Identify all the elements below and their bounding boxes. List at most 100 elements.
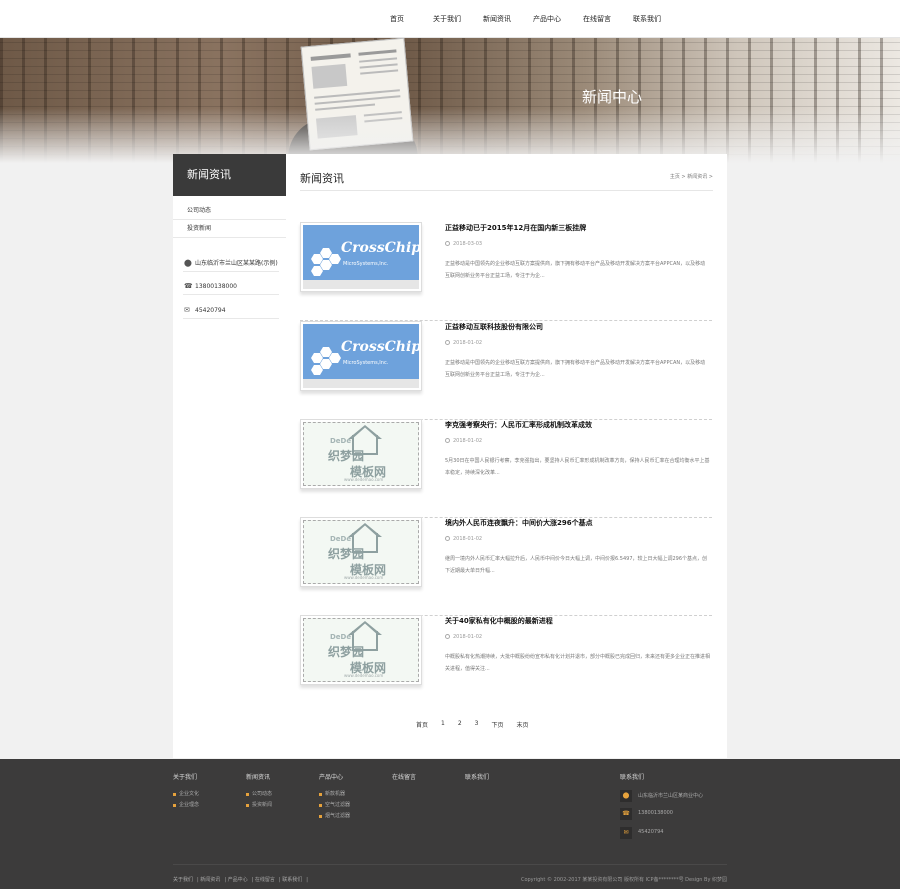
- footer-heading[interactable]: 新闻资讯: [246, 772, 272, 781]
- footer-heading[interactable]: 联系我们: [465, 772, 489, 781]
- clock-icon: [445, 241, 450, 246]
- news-summary: 5月30日在中国人民银行考察，李克强指出，要坚持人民币汇率形成机制改革方向，保持…: [445, 458, 710, 476]
- footer-heading[interactable]: 关于我们: [173, 772, 199, 781]
- news-thumbnail[interactable]: CrossChip MicroSystems,Inc.: [300, 321, 422, 391]
- footer-phone-text: 13800138000: [638, 810, 673, 816]
- footer-link[interactable]: 投资新闻: [246, 800, 272, 811]
- sidebar-email-text: 45420794: [195, 307, 226, 314]
- thumb-logo-subtext: MicroSystems,Inc.: [343, 360, 389, 366]
- page-last[interactable]: 末页: [517, 720, 529, 729]
- main-menu: 首页 关于我们 新闻资讯 产品中心 在线留言 联系我们: [372, 0, 672, 38]
- footer-link[interactable]: 烟气过滤器: [319, 811, 350, 822]
- footer-email: ✉ 45420794: [620, 825, 730, 843]
- news-list-panel: 新闻资讯 主页 > 新闻资讯 > CrossChip MicroSystems,…: [286, 154, 727, 758]
- pagination: 首页 1 2 3 下页 末页: [416, 720, 542, 729]
- page-2[interactable]: 2: [458, 720, 462, 729]
- footer-link[interactable]: 企业理念: [173, 800, 199, 811]
- footer-address-text: 山东临沂市兰山区某商业中心: [638, 793, 704, 799]
- news-item: DeDe 织梦园 模板网 www.dedemao.com 关于40家私有化中概股…: [300, 615, 712, 714]
- title-divider: [300, 190, 713, 191]
- thumb-watermark-mid: 织梦园: [328, 645, 365, 659]
- sidebar: 新闻资讯 公司动态 投资新闻 ⬤ 山东临沂市兰山区某某路(示例) ☎ 13800…: [173, 154, 286, 758]
- clock-icon: [445, 536, 450, 541]
- news-summary: 正益移动是中国领先的企业移动互联方案提供商，旗下拥有移动平台产品及移动开发解决方…: [445, 261, 706, 279]
- footer-bottom-link[interactable]: 在线留言: [255, 877, 275, 883]
- location-pin-icon: ⬤: [184, 259, 192, 267]
- thumb-watermark-mid: 织梦园: [328, 449, 365, 463]
- footer-bottom-link[interactable]: 产品中心: [228, 877, 248, 883]
- news-title[interactable]: 正益移动已于2015年12月在国内新三板挂牌: [445, 223, 586, 233]
- news-date: 2018-03-03: [445, 241, 482, 247]
- sidebar-email: ✉ 45420794: [183, 303, 279, 319]
- thumb-logo-text: CrossChip: [341, 339, 419, 355]
- footer-link[interactable]: 空气过滤器: [319, 800, 350, 811]
- nav-home[interactable]: 首页: [372, 0, 422, 38]
- nav-message[interactable]: 在线留言: [572, 0, 622, 38]
- footer-contact: 联系我们 ⬤ 山东临沂市兰山区某商业中心 ☎ 13800138000 ✉ 454…: [620, 772, 703, 839]
- page-3[interactable]: 3: [475, 720, 479, 729]
- news-item: DeDe 织梦园 模板网 www.dedemao.com 李克强考察央行：人民币…: [300, 419, 712, 518]
- clock-icon: [445, 634, 450, 639]
- sidebar-title: 新闻资讯: [173, 154, 286, 196]
- sidebar-item-investment-news[interactable]: 投资新闻: [173, 220, 286, 238]
- sidebar-item-company-news[interactable]: 公司动态: [173, 202, 286, 220]
- footer-col-products: 产品中心 新款机器 空气过滤器 烟气过滤器: [319, 772, 350, 822]
- news-date: 2018-01-02: [445, 438, 482, 444]
- footer-col-contact: 联系我们: [465, 772, 489, 789]
- footer-link[interactable]: 公司动态: [246, 789, 272, 800]
- news-thumbnail[interactable]: DeDe 织梦园 模板网 www.dedemao.com: [300, 615, 422, 685]
- footer-link[interactable]: 企业文化: [173, 789, 199, 800]
- thumb-watermark-url: www.dedemao.com: [344, 673, 384, 678]
- news-thumbnail[interactable]: DeDe 织梦园 模板网 www.dedemao.com: [300, 419, 422, 489]
- sidebar-address: ⬤ 山东临沂市兰山区某某路(示例): [183, 256, 279, 272]
- news-summary: 继周一境内外人民币汇率大幅拉升后，人民币中间价今日大幅上调，中间价报6.5497…: [445, 556, 708, 574]
- site-footer: 关于我们 企业文化 企业理念 新闻资讯 公司动态 投资新闻 产品中心 新款机器 …: [0, 759, 900, 889]
- footer-bottom-links: 关于我们 | 新闻资讯 | 产品中心 | 在线留言 | 联系我们 |: [173, 877, 308, 883]
- sidebar-phone: ☎ 13800138000: [183, 279, 279, 295]
- envelope-icon: ✉: [184, 306, 190, 314]
- news-summary: 正益移动是中国领先的企业移动互联方案提供商，旗下拥有移动平台产品及移动开发解决方…: [445, 360, 706, 378]
- footer-bottom-link[interactable]: 新闻资讯: [200, 877, 220, 883]
- thumb-watermark-url: www.dedemao.com: [344, 477, 384, 482]
- location-pin-icon: ⬤: [620, 790, 632, 802]
- page-1[interactable]: 1: [441, 720, 445, 729]
- banner-title: 新闻中心: [582, 88, 643, 106]
- news-date: 2018-01-02: [445, 536, 482, 542]
- page-first[interactable]: 首页: [416, 720, 428, 729]
- news-summary: 中概股私有化热潮持续，大批中概股纷纷宣布私有化计划并退市，部分中概股已完成回归，…: [445, 654, 711, 672]
- news-title[interactable]: 李克强考察央行：人民币汇率形成机制改革成效: [445, 420, 592, 430]
- thumb-watermark-top: DeDe: [330, 633, 352, 641]
- envelope-icon: ✉: [620, 827, 632, 839]
- thumb-logo-text: CrossChip: [341, 240, 419, 256]
- footer-link[interactable]: 新款机器: [319, 789, 350, 800]
- copyright: Copyright © 2002-2017 某某投资有限公司 版权所有 ICP备…: [520, 877, 727, 883]
- footer-col-about: 关于我们 企业文化 企业理念: [173, 772, 199, 811]
- top-navbar: 首页 关于我们 新闻资讯 产品中心 在线留言 联系我们: [0, 0, 900, 38]
- news-date: 2018-01-02: [445, 634, 482, 640]
- footer-email-text: 45420794: [638, 829, 664, 835]
- news-item: DeDe 织梦园 模板网 www.dedemao.com 境内外人民币连夜飘升：…: [300, 517, 712, 616]
- thumb-watermark-top: DeDe: [330, 437, 352, 445]
- nav-contact[interactable]: 联系我们: [622, 0, 672, 38]
- news-thumbnail[interactable]: CrossChip MicroSystems,Inc.: [300, 222, 422, 292]
- nav-news[interactable]: 新闻资讯: [472, 0, 522, 38]
- footer-heading[interactable]: 在线留言: [392, 772, 416, 781]
- news-title[interactable]: 正益移动互联科技股份有限公司: [445, 322, 543, 332]
- footer-bottom-link[interactable]: 联系我们: [282, 877, 302, 883]
- nav-products[interactable]: 产品中心: [522, 0, 572, 38]
- nav-about[interactable]: 关于我们: [422, 0, 472, 38]
- footer-contact-heading: 联系我们: [620, 774, 645, 781]
- news-date: 2018-01-02: [445, 340, 482, 346]
- page-next[interactable]: 下页: [492, 720, 504, 729]
- thumb-watermark-mid: 织梦园: [328, 547, 365, 561]
- news-title[interactable]: 境内外人民币连夜飘升：中间价大涨296个基点: [445, 518, 593, 528]
- news-title[interactable]: 关于40家私有化中概股的最新进程: [445, 616, 553, 626]
- news-thumbnail[interactable]: DeDe 织梦园 模板网 www.dedemao.com: [300, 517, 422, 587]
- footer-phone: ☎ 13800138000: [620, 806, 730, 824]
- phone-icon: ☎: [184, 282, 193, 290]
- footer-heading[interactable]: 产品中心: [319, 772, 350, 781]
- breadcrumb[interactable]: 主页 > 新闻资讯 >: [670, 173, 713, 180]
- clock-icon: [445, 438, 450, 443]
- sidebar-address-text: 山东临沂市兰山区某某路(示例): [195, 260, 278, 267]
- footer-bottom-link[interactable]: 关于我们: [173, 877, 193, 883]
